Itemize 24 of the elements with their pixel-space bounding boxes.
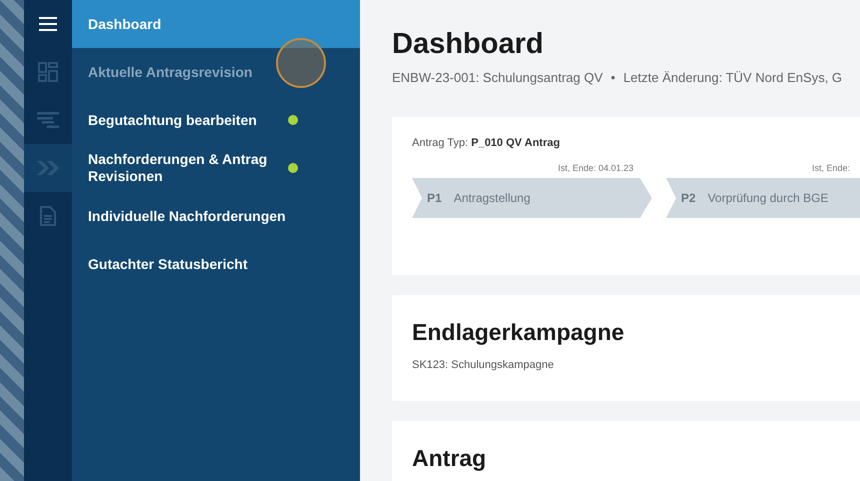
menu-item[interactable]: Gutachter Statusbericht — [72, 240, 360, 288]
dashboard-icon — [38, 62, 58, 82]
application-type-text: Antrag Typ: P_010 QV Antrag — [412, 137, 561, 149]
phase-end-date: Ist, Ende: — [812, 163, 850, 173]
menu-item[interactable]: Nachforderungen & Antrag Revisionen — [72, 144, 360, 192]
separator-dot: • — [610, 70, 616, 85]
last-change-text: Letzte Änderung: TÜV Nord EnSys, G — [623, 70, 842, 85]
phase-end-date: Ist, Ende: 04.01.23 — [558, 163, 634, 173]
list-icon — [37, 112, 59, 128]
application-id: ENBW-23-001: Schulungsantrag QV — [392, 70, 603, 85]
menu-item[interactable]: Begutachtung bearbeiten — [72, 96, 360, 144]
click-indicator — [276, 38, 326, 88]
card-title: Endlagerkampagne — [412, 318, 626, 347]
menu-item[interactable]: Dashboard — [72, 0, 360, 48]
document-icon — [40, 206, 56, 226]
phase-step: P1 Antragstellung — [412, 178, 652, 218]
campaign-text: SK123: Schulungskampagne — [412, 359, 555, 371]
card-title: Antrag — [412, 444, 488, 473]
page-title: Dashboard — [392, 27, 544, 62]
phase-step: P2 Vorprüfung durch BGE — [666, 178, 860, 218]
rail-item[interactable] — [24, 144, 72, 192]
menu-icon[interactable] — [39, 17, 57, 31]
menu-item[interactable]: Individuelle Nachforderungen — [72, 192, 360, 240]
chevrons-icon — [37, 161, 59, 175]
